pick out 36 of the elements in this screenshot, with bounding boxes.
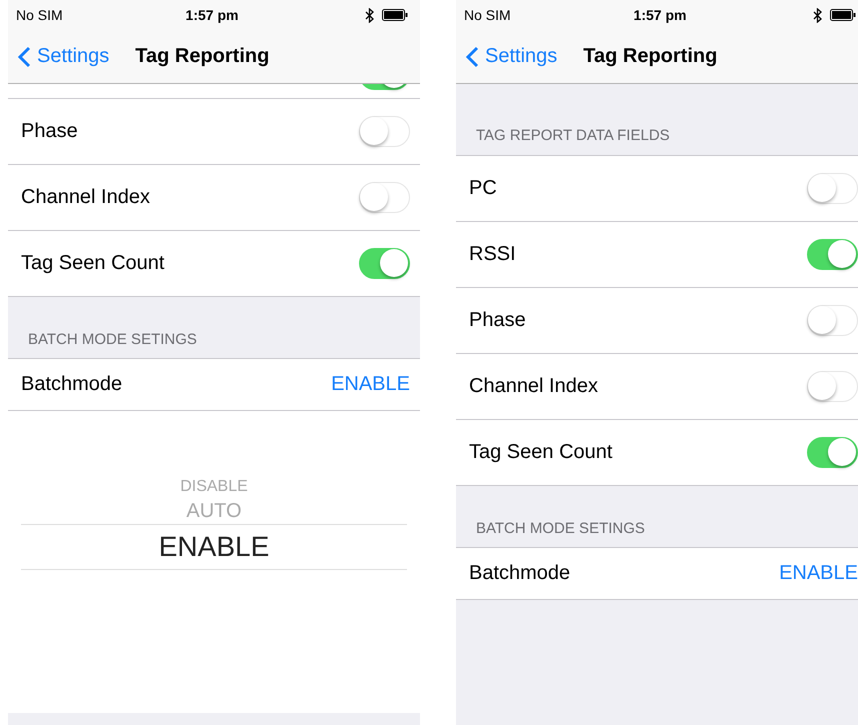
section-header: TAG REPORT DATA FIELDS <box>476 127 670 144</box>
setting-label: Phase <box>21 120 79 143</box>
battery-icon <box>382 9 408 21</box>
bluetooth-icon <box>813 8 822 22</box>
chevron-left-icon <box>18 46 31 68</box>
setting-label: Tag Seen Count <box>469 441 614 464</box>
section-header: BATCH MODE SETINGS <box>28 331 197 348</box>
battery-icon <box>830 9 856 21</box>
chevron-left-icon <box>466 46 479 68</box>
picker-option[interactable]: DISABLE <box>180 477 248 498</box>
clock-time: 1:57 pm <box>632 7 688 23</box>
toggle-switch[interactable] <box>807 437 858 468</box>
picker-option[interactable]: AUTO <box>186 498 242 524</box>
setting-value[interactable]: ENABLE <box>779 562 858 585</box>
picker-option[interactable]: ENABLE <box>21 524 407 570</box>
clock-time: 1:57 pm <box>184 7 240 23</box>
setting-label: Channel Index <box>469 375 599 398</box>
back-button[interactable]: Settings <box>456 44 564 69</box>
setting-label: Channel Index <box>21 186 151 209</box>
setting-label: Batchmode <box>469 562 572 585</box>
setting-label: Tag Seen Count <box>21 252 166 275</box>
back-button[interactable]: Settings <box>8 44 116 69</box>
setting-label: RSSI <box>469 243 517 266</box>
nav-title: Tag Reporting <box>135 45 270 68</box>
toggle-switch[interactable] <box>807 239 858 270</box>
carrier-text: No SIM <box>16 7 64 23</box>
setting-label: Batchmode <box>21 373 124 396</box>
setting-label: Phase <box>469 309 527 332</box>
setting-value[interactable]: ENABLE <box>331 373 410 396</box>
picker-wheel[interactable]: DISABLE AUTO ENABLE <box>8 411 420 713</box>
carrier-text: No SIM <box>464 7 512 23</box>
section-header: BATCH MODE SETINGS <box>476 520 645 537</box>
bluetooth-icon <box>365 8 374 22</box>
toggle-switch[interactable] <box>359 248 410 279</box>
setting-label: PC <box>469 177 498 200</box>
nav-title: Tag Reporting <box>583 45 718 68</box>
